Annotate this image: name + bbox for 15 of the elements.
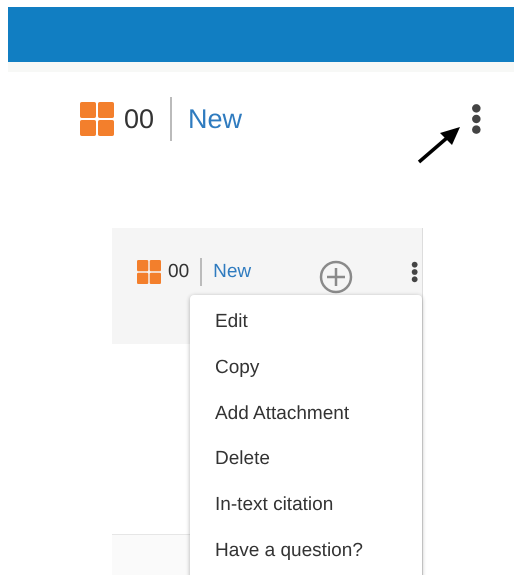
grid-icon: [80, 102, 114, 136]
menu-item[interactable]: Edit: [190, 307, 422, 353]
more-options-icon[interactable]: [410, 261, 418, 283]
menu-item[interactable]: Add Attachment: [190, 398, 422, 444]
count-label: 00: [168, 261, 190, 283]
menu-item[interactable]: Have a question?: [190, 536, 422, 575]
status-link[interactable]: New: [213, 261, 252, 283]
menu-item[interactable]: In-text citation: [190, 490, 422, 536]
status-link[interactable]: New: [188, 104, 242, 134]
count-label: 00: [124, 104, 154, 134]
add-icon[interactable]: [319, 260, 354, 294]
more-options-icon[interactable]: [471, 103, 482, 135]
grid-icon: [137, 260, 161, 284]
menu-item[interactable]: Copy: [190, 352, 422, 399]
menu-item[interactable]: Delete: [190, 444, 422, 490]
